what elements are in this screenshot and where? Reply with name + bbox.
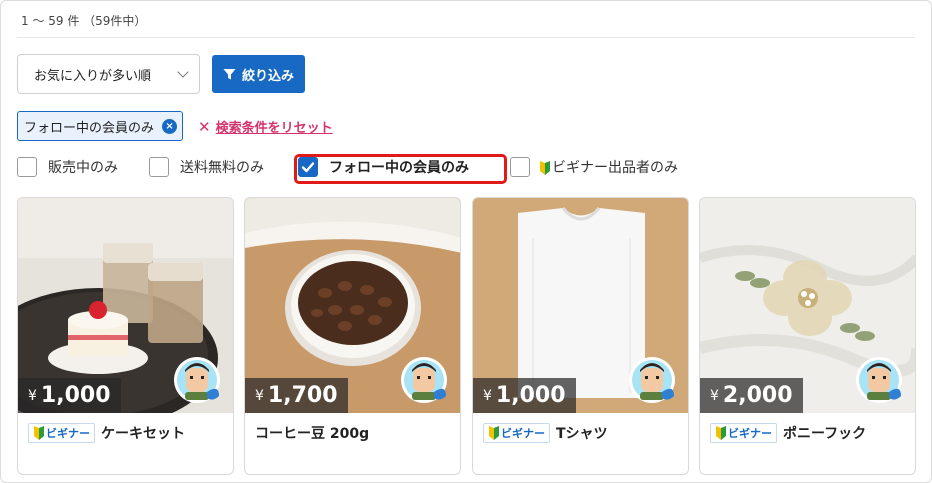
currency-symbol: ¥ (483, 387, 492, 404)
check-icon (301, 162, 315, 173)
price-tag: ¥ 2,000 (700, 378, 803, 413)
checkbox-box[interactable] (510, 157, 530, 177)
search-results-panel: 1 〜 59 件 （59件中） お気に入りが多い順 絞り込み フォロー中の会員の… (0, 0, 932, 483)
beginner-leaf-icon (540, 161, 550, 175)
active-filter-label: フォロー中の会員のみ (24, 120, 155, 136)
sort-selected-label: お気に入りが多い順 (34, 68, 152, 84)
product-card[interactable]: ¥ 1,000 ビギナー Tシャツ (472, 197, 689, 475)
beginner-badge: ビギナー (710, 423, 777, 443)
checkbox-free-shipping[interactable]: 送料無料のみ (149, 157, 264, 177)
checkbox-box[interactable] (149, 157, 169, 177)
price-value: 1,000 (40, 383, 111, 408)
currency-symbol: ¥ (710, 387, 719, 404)
product-card[interactable]: ¥ 2,000 ビギナー ポニーフック (699, 197, 916, 475)
filter-button-label: 絞り込み (241, 68, 294, 84)
reset-conditions-link[interactable]: ✕ 検索条件をリセット (198, 117, 333, 137)
result-count: 1 〜 59 件 （59件中） (21, 14, 147, 28)
seller-avatar[interactable] (173, 356, 223, 406)
checkbox-on-sale[interactable]: 販売中のみ (17, 157, 118, 177)
divider (17, 37, 915, 38)
price-value: 2,000 (722, 383, 793, 408)
product-card[interactable]: ¥ 1,000 ビギナー ケーキセット (17, 197, 234, 475)
seller-avatar[interactable] (628, 356, 678, 406)
product-title: ポニーフック (783, 426, 867, 442)
product-title: コーヒー豆 200g (255, 426, 370, 442)
checkbox-label: フォロー中の会員のみ (329, 160, 469, 176)
currency-symbol: ¥ (28, 387, 37, 404)
price-value: 1,000 (495, 383, 566, 408)
price-tag: ¥ 1,000 (473, 378, 576, 413)
product-card[interactable]: ¥ 1,700 コーヒー豆 200g (244, 197, 461, 475)
currency-symbol: ¥ (255, 387, 264, 404)
price-tag: ¥ 1,000 (18, 378, 121, 413)
remove-filter-icon[interactable]: × (162, 119, 178, 134)
product-title-row: ビギナー ポニーフック (710, 423, 866, 443)
reset-conditions-label: 検索条件をリセット (215, 121, 333, 136)
beginner-badge: ビギナー (483, 423, 550, 443)
checkbox-following-only[interactable]: フォロー中の会員のみ (298, 157, 469, 177)
checkbox-label: 販売中のみ (48, 160, 118, 176)
filter-button[interactable]: 絞り込み (212, 55, 305, 93)
product-title-row: ビギナー Tシャツ (483, 423, 608, 443)
product-title: Tシャツ (556, 426, 608, 442)
active-filter-chip: フォロー中の会員のみ × (17, 111, 184, 141)
beginner-leaf-icon (489, 426, 499, 440)
chevron-down-icon (177, 66, 189, 78)
beginner-badge: ビギナー (28, 423, 95, 443)
close-icon: ✕ (198, 117, 211, 136)
seller-avatar[interactable] (855, 356, 905, 406)
sort-select[interactable]: お気に入りが多い順 (17, 54, 200, 94)
checkbox-beginner-only[interactable]: ビギナー出品者のみ (510, 157, 678, 177)
price-tag: ¥ 1,700 (245, 378, 348, 413)
checkbox-label: 送料無料のみ (180, 160, 264, 176)
beginner-badge-label: ビギナー (46, 427, 90, 440)
beginner-badge-label: ビギナー (501, 427, 545, 440)
seller-avatar[interactable] (400, 356, 450, 406)
product-title-row: コーヒー豆 200g (255, 423, 369, 443)
checkbox-label: ビギナー出品者のみ (552, 160, 678, 176)
beginner-leaf-icon (34, 426, 44, 440)
beginner-badge-label: ビギナー (728, 427, 772, 440)
price-value: 1,700 (267, 383, 338, 408)
checkbox-box[interactable] (17, 157, 37, 177)
funnel-icon (223, 68, 236, 79)
product-title: ケーキセット (101, 426, 185, 442)
checkbox-label-wrap: ビギナー出品者のみ (539, 157, 678, 177)
beginner-leaf-icon (716, 426, 726, 440)
product-title-row: ビギナー ケーキセット (28, 423, 185, 443)
checkbox-box-checked[interactable] (298, 157, 318, 177)
